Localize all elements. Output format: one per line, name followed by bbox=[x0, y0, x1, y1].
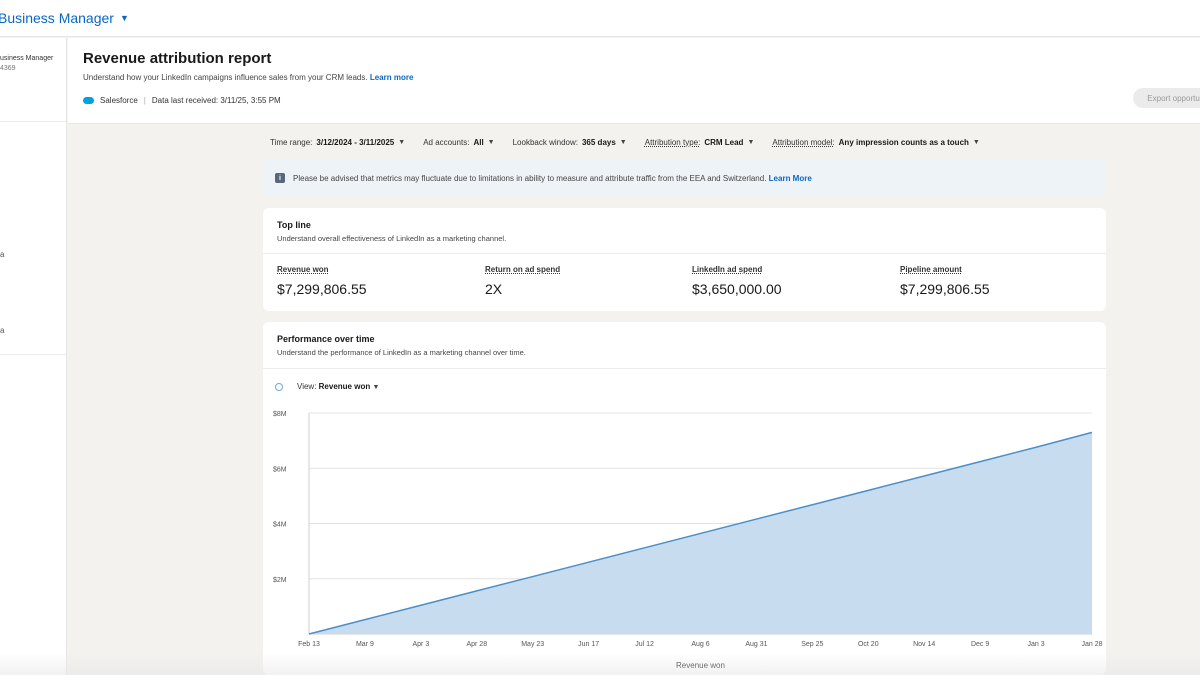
chevron-down-icon: ▼ bbox=[619, 139, 627, 146]
x-axis-title: Revenue won bbox=[676, 661, 725, 670]
metric-label[interactable]: Pipeline amount bbox=[900, 265, 990, 274]
metric-linkedin-ad-spend: LinkedIn ad spend $3,650,000.00 bbox=[692, 265, 782, 297]
attribution-model-dropdown[interactable]: Attribution model: Any impression counts… bbox=[772, 138, 979, 147]
x-tick-label: Oct 20 bbox=[858, 641, 879, 648]
sidebar-account-name: usiness Manager bbox=[0, 55, 54, 62]
y-tick-label: $6M bbox=[273, 466, 287, 473]
sidebar-divider bbox=[0, 121, 66, 122]
x-tick-label: Jul 12 bbox=[635, 641, 654, 648]
attribution-type-label: Attribution type: bbox=[644, 138, 701, 147]
info-icon: i bbox=[275, 173, 285, 183]
ad-accounts-dropdown[interactable]: Ad accounts: All ▼ bbox=[423, 138, 494, 147]
notice-learn-more-link[interactable]: Learn More bbox=[769, 174, 812, 183]
x-tick-label: Jan 28 bbox=[1081, 641, 1102, 648]
divider bbox=[263, 253, 1106, 254]
top-bar: Business Manager ▼ bbox=[0, 0, 1200, 37]
page-subtitle-text: Understand how your LinkedIn campaigns i… bbox=[83, 73, 368, 82]
chevron-down-icon: ▼ bbox=[972, 139, 980, 146]
chevron-down-icon: ▼ bbox=[747, 139, 755, 146]
x-tick-label: Aug 31 bbox=[745, 641, 767, 648]
card-subtitle: Understand overall effectiveness of Link… bbox=[277, 234, 507, 243]
source-name: Salesforce bbox=[100, 96, 138, 105]
notice-text: Please be advised that metrics may fluct… bbox=[293, 174, 812, 183]
attribution-type-value: CRM Lead bbox=[704, 138, 744, 147]
lookback-value: 365 days bbox=[581, 138, 616, 147]
left-sidebar: usiness Manager 4369 a a bbox=[0, 38, 67, 675]
x-tick-label: Sep 25 bbox=[801, 641, 823, 648]
attribution-type-dropdown[interactable]: Attribution type: CRM Lead ▼ bbox=[645, 138, 755, 147]
chevron-down-icon: ▼ bbox=[398, 139, 406, 146]
metric-label[interactable]: Return on ad spend bbox=[485, 265, 560, 274]
y-tick-label: $8M bbox=[273, 411, 287, 418]
time-range-label: Time range: bbox=[270, 138, 313, 147]
x-tick-label: Nov 14 bbox=[913, 641, 935, 648]
metric-value: $3,650,000.00 bbox=[692, 281, 782, 297]
sidebar-account[interactable]: usiness Manager 4369 bbox=[0, 54, 66, 74]
x-tick-label: Jan 3 bbox=[1028, 641, 1045, 648]
business-manager-switcher[interactable]: Business Manager ▼ bbox=[0, 10, 129, 26]
chevron-down-icon: ▼ bbox=[487, 139, 495, 146]
revenue-area-chart: $2M $4M $6M $8M Feb 13 Mar 9 Apr 3 Apr 28 May 23… bbox=[273, 411, 1103, 670]
top-line-card: Top line Understand overall effectivenes… bbox=[263, 208, 1106, 311]
data-source-row: Salesforce | Data last received: 3/11/25… bbox=[83, 96, 281, 105]
metric-label[interactable]: Revenue won bbox=[277, 265, 367, 274]
export-opportunities-button[interactable]: Export opportuni bbox=[1133, 88, 1200, 108]
time-range-value: 3/12/2024 - 3/11/2025 bbox=[316, 138, 395, 147]
metric-return-on-ad-spend: Return on ad spend 2X bbox=[485, 265, 560, 297]
x-tick-label: Jun 17 bbox=[578, 641, 599, 648]
ad-accounts-label: Ad accounts: bbox=[423, 138, 470, 147]
y-tick-label: $2M bbox=[273, 577, 287, 584]
notice-message: Please be advised that metrics may fluct… bbox=[293, 173, 767, 183]
lookback-window-dropdown[interactable]: Lookback window: 365 days ▼ bbox=[513, 138, 627, 147]
x-tick-label: Mar 9 bbox=[356, 641, 374, 648]
chevron-down-icon: ▼ bbox=[119, 13, 129, 23]
eea-notice-banner: i Please be advised that metrics may flu… bbox=[263, 160, 1106, 196]
page-title: Revenue attribution report bbox=[83, 50, 272, 67]
filter-bar: Time range: 3/12/2024 - 3/11/2025 ▼ Ad a… bbox=[270, 138, 1106, 147]
metric-revenue-won: Revenue won $7,299,806.55 bbox=[277, 265, 367, 297]
x-tick-label: Feb 13 bbox=[298, 641, 320, 648]
metric-value: $7,299,806.55 bbox=[277, 281, 367, 297]
card-title: Top line bbox=[277, 220, 311, 230]
x-tick-label: Apr 3 bbox=[412, 641, 429, 648]
page-subtitle: Understand how your LinkedIn campaigns i… bbox=[83, 73, 413, 82]
data-received-timestamp: Data last received: 3/11/25, 3:55 PM bbox=[151, 96, 281, 105]
attribution-model-value: Any impression counts as a touch bbox=[838, 138, 969, 147]
salesforce-cloud-icon bbox=[83, 97, 94, 104]
time-range-dropdown[interactable]: Time range: 3/12/2024 - 3/11/2025 ▼ bbox=[270, 138, 405, 147]
lookback-label: Lookback window: bbox=[512, 138, 578, 147]
x-tick-label: May 23 bbox=[521, 641, 544, 648]
separator: | bbox=[143, 96, 146, 105]
performance-over-time-card: Performance over time Understand the per… bbox=[263, 322, 1106, 675]
learn-more-link[interactable]: Learn more bbox=[370, 73, 414, 82]
y-tick-label: $4M bbox=[273, 522, 287, 529]
sidebar-item-partial[interactable]: a bbox=[0, 250, 4, 259]
sidebar-item-partial[interactable]: a bbox=[0, 326, 4, 335]
metric-value: 2X bbox=[485, 281, 503, 297]
x-tick-label: Aug 6 bbox=[691, 641, 709, 648]
brand-label: Business Manager bbox=[0, 10, 114, 26]
attribution-model-label: Attribution model: bbox=[772, 138, 835, 147]
sidebar-divider bbox=[0, 354, 66, 355]
metric-label[interactable]: LinkedIn ad spend bbox=[692, 265, 782, 274]
metric-pipeline-amount: Pipeline amount $7,299,806.55 bbox=[900, 265, 990, 297]
ad-accounts-value: All bbox=[473, 138, 484, 147]
metric-value: $7,299,806.55 bbox=[900, 281, 990, 297]
report-header: Revenue attribution report Understand ho… bbox=[68, 38, 1200, 124]
sidebar-account-id: 4369 bbox=[0, 65, 16, 72]
x-tick-label: Apr 28 bbox=[466, 641, 487, 648]
x-tick-label: Dec 9 bbox=[971, 641, 989, 648]
